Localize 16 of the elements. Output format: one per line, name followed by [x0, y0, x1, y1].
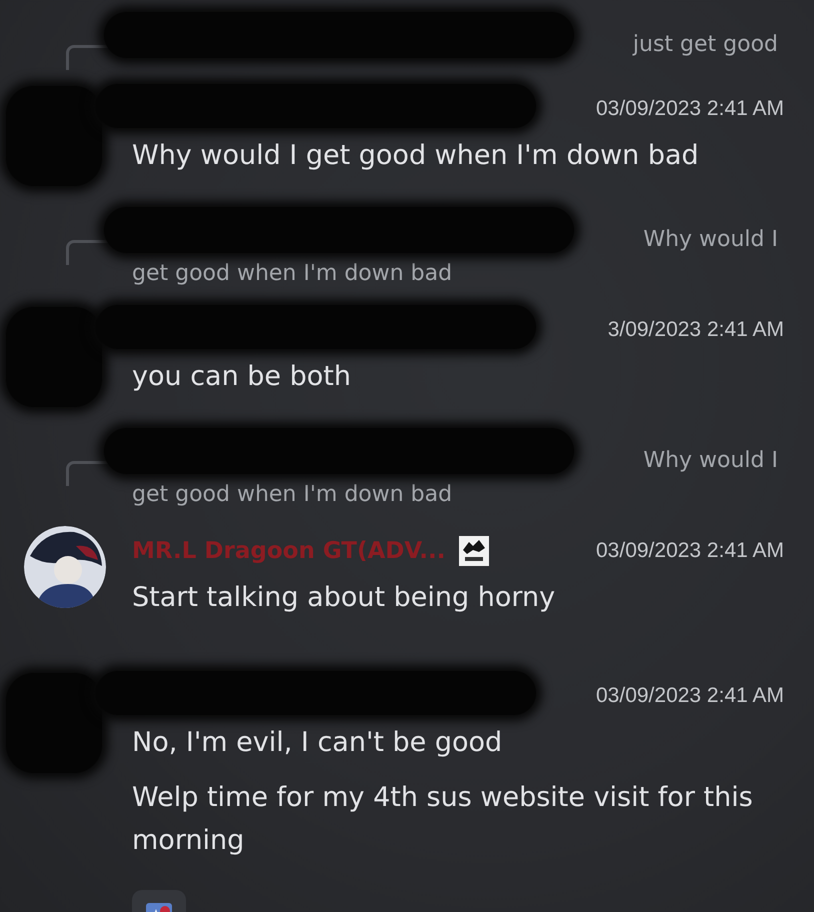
author-name[interactable]: MR.L Dragoon GT(ADV... [132, 538, 446, 564]
reply-preview-text: Why would I [642, 447, 779, 475]
reply-preview-text: just get good [632, 31, 779, 59]
timestamp: 3/09/2023 2:41 AM [608, 318, 784, 342]
timestamp: 03/09/2023 2:41 AM [596, 97, 784, 121]
reply-preview-text: get good when I'm down bad [132, 481, 454, 509]
reply-preview-text: get good when I'm down bad [132, 260, 454, 288]
message-text: you can be both [132, 360, 352, 394]
message-text: Welp time for my 4th sus website visit for this morning [132, 781, 754, 858]
message-text: No, I'm evil, I can't be good [132, 726, 504, 760]
reply-preview-text: Why would I [642, 226, 779, 254]
message-text: Start talking about being horny [132, 581, 556, 615]
timestamp: 03/09/2023 2:41 AM [596, 684, 784, 708]
timestamp: 03/09/2023 2:41 AM [596, 539, 784, 563]
message-text: Why would I get good when I'm down bad [132, 139, 700, 173]
avatar[interactable] [24, 526, 106, 608]
